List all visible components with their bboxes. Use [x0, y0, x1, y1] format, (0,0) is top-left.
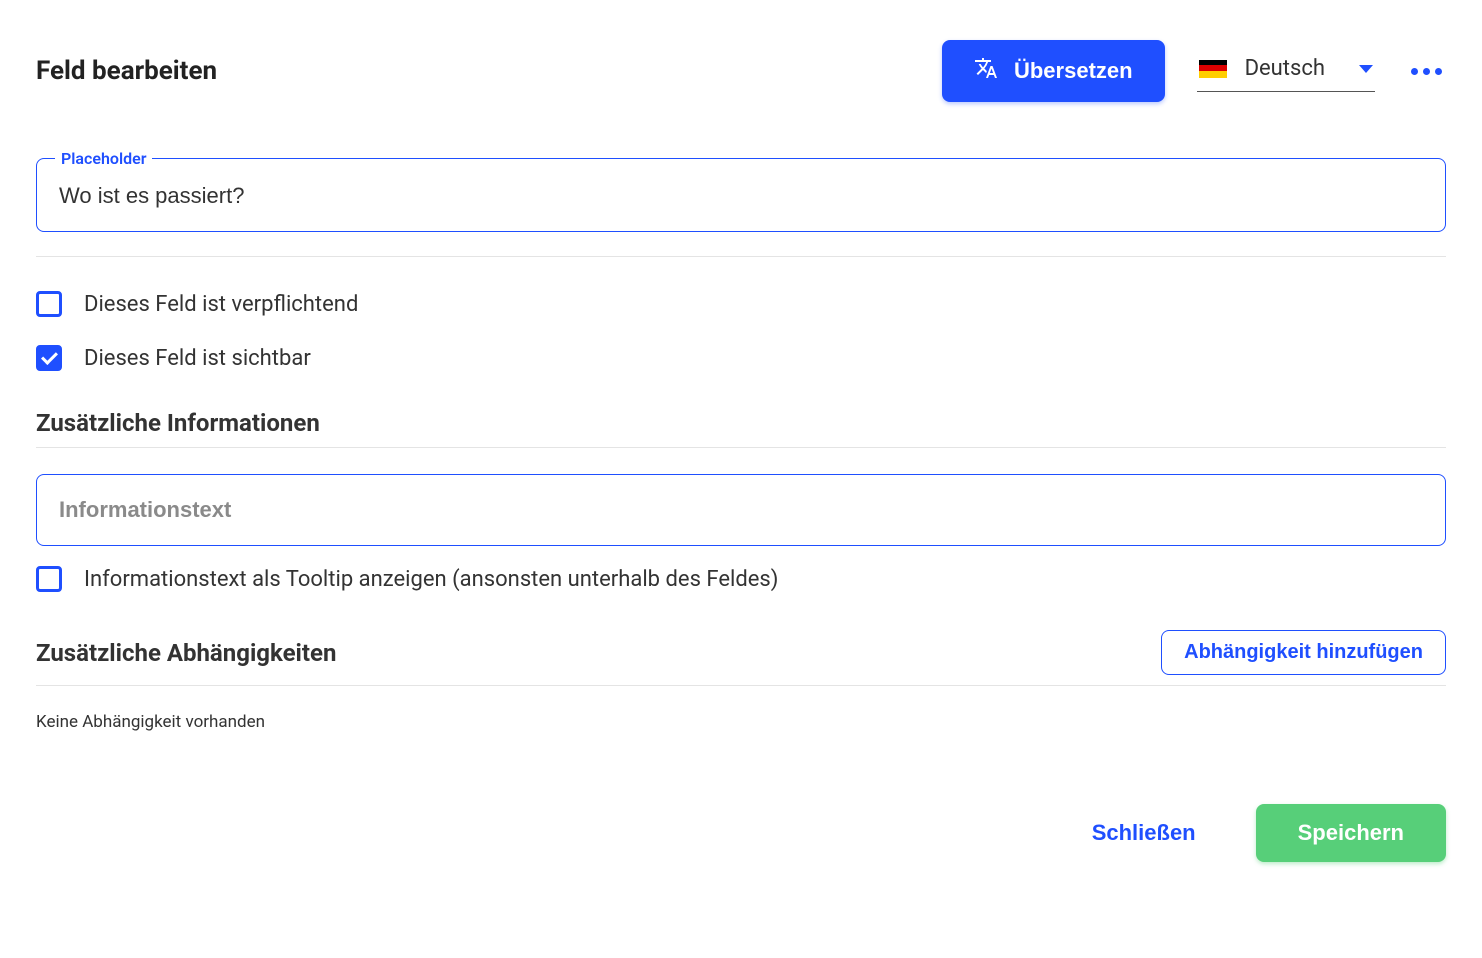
required-checkbox[interactable]: [36, 291, 62, 317]
language-label: Deutsch: [1245, 56, 1325, 81]
info-text-input[interactable]: [59, 497, 1423, 523]
tooltip-check-row: Informationstext als Tooltip anzeigen (a…: [36, 566, 1446, 592]
tooltip-checkbox[interactable]: [36, 566, 62, 592]
visible-check-row: Dieses Feld ist sichtbar: [36, 345, 1446, 371]
additional-info-header: Zusätzliche Informationen: [36, 409, 1446, 448]
dependencies-header: Zusätzliche Abhängigkeiten Abhängigkeit …: [36, 630, 1446, 686]
translate-icon: [974, 56, 998, 86]
dot-icon: [1435, 68, 1442, 75]
flag-de-icon: [1199, 60, 1227, 78]
required-check-row: Dieses Feld ist verpflichtend: [36, 291, 1446, 317]
translate-button-label: Übersetzen: [1014, 58, 1133, 84]
dialog-header: Feld bearbeiten Übersetzen Deutsch: [36, 40, 1446, 102]
visible-checkbox[interactable]: [36, 345, 62, 371]
close-button[interactable]: Schließen: [1092, 820, 1196, 846]
additional-info-title: Zusätzliche Informationen: [36, 409, 320, 437]
divider: [36, 256, 1446, 257]
save-button[interactable]: Speichern: [1256, 804, 1446, 862]
visible-label: Dieses Feld ist sichtbar: [84, 346, 311, 371]
dialog-footer: Schließen Speichern: [36, 804, 1446, 862]
chevron-down-icon: [1359, 65, 1373, 73]
language-select[interactable]: Deutsch: [1197, 50, 1375, 92]
page-title: Feld bearbeiten: [36, 56, 217, 86]
dot-icon: [1423, 68, 1430, 75]
header-right: Übersetzen Deutsch: [942, 40, 1446, 102]
placeholder-fieldset: Placeholder: [36, 158, 1446, 232]
required-label: Dieses Feld ist verpflichtend: [84, 292, 358, 317]
dependencies-title: Zusätzliche Abhängigkeiten: [36, 639, 336, 667]
tooltip-label: Informationstext als Tooltip anzeigen (a…: [84, 567, 778, 592]
placeholder-input[interactable]: [59, 183, 1423, 209]
info-text-wrapper: [36, 474, 1446, 546]
dot-icon: [1411, 68, 1418, 75]
add-dependency-button[interactable]: Abhängigkeit hinzufügen: [1161, 630, 1446, 675]
dependencies-empty-text: Keine Abhängigkeit vorhanden: [36, 712, 1446, 732]
header-left: Feld bearbeiten: [36, 56, 217, 86]
placeholder-legend: Placeholder: [55, 149, 152, 168]
more-menu-button[interactable]: [1407, 64, 1446, 79]
translate-button[interactable]: Übersetzen: [942, 40, 1165, 102]
